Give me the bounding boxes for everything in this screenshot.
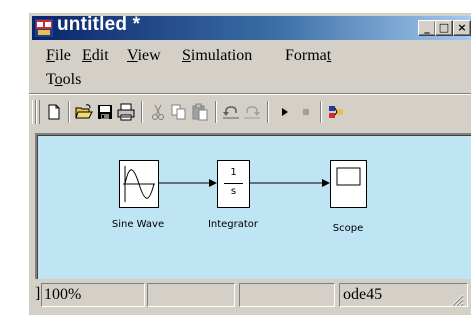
menu-tools[interactable]: Tools xyxy=(46,71,81,89)
play-icon[interactable] xyxy=(276,103,294,121)
status-pane-blank xyxy=(147,283,235,307)
toolbar-separator xyxy=(267,101,269,123)
fraction-bar xyxy=(224,183,243,184)
arrowhead-icon xyxy=(209,179,217,187)
resize-grip-icon[interactable] xyxy=(450,293,464,307)
new-document-icon[interactable] xyxy=(45,103,63,121)
print-icon[interactable] xyxy=(117,103,135,121)
sine-wave-block[interactable] xyxy=(119,160,159,208)
window-title: untitled * xyxy=(57,14,141,35)
toolbar-separator xyxy=(215,101,217,123)
minimize-button[interactable]: _ xyxy=(418,20,436,36)
open-folder-icon[interactable] xyxy=(75,103,93,121)
toolbar-separator xyxy=(141,101,143,123)
menu-view[interactable]: View xyxy=(127,47,161,65)
toolbar-grip[interactable] xyxy=(36,100,40,124)
undo-icon[interactable] xyxy=(222,103,240,121)
menu-edit[interactable]: Edit xyxy=(82,47,109,65)
copy-icon[interactable] xyxy=(170,103,188,121)
stop-icon[interactable] xyxy=(297,103,315,121)
arrowhead-icon xyxy=(322,179,330,187)
model-window: untitled * _ □ × File Edit View Simulati… xyxy=(28,12,471,315)
scope-screen-icon xyxy=(336,167,361,186)
toolbar-separator xyxy=(68,101,70,123)
integrator-denominator: s xyxy=(230,186,237,197)
redo-icon[interactable] xyxy=(243,103,261,121)
cut-icon[interactable] xyxy=(149,103,167,121)
save-icon[interactable] xyxy=(96,103,114,121)
integrator-numerator: 1 xyxy=(230,167,237,178)
maximize-button[interactable]: □ xyxy=(435,20,453,36)
library-browser-icon[interactable] xyxy=(327,103,345,121)
toolbar xyxy=(29,93,471,130)
sine-wave-label: Sine Wave xyxy=(111,219,165,230)
close-button[interactable]: × xyxy=(453,20,471,36)
status-marker: ] xyxy=(35,285,41,302)
status-pane-blank xyxy=(239,283,335,307)
scope-block[interactable] xyxy=(330,160,367,208)
signal-lines xyxy=(157,179,330,187)
menu-file[interactable]: File xyxy=(46,47,71,65)
simulink-model-icon xyxy=(35,19,53,37)
title-bar[interactable]: untitled * _ □ × xyxy=(32,14,471,40)
scope-label: Scope xyxy=(332,223,364,234)
menu-bar: File Edit View Simulation Format Tools xyxy=(32,43,471,93)
zoom-level: 100% xyxy=(41,283,145,307)
status-bar: ] 100% ode45 xyxy=(29,279,471,315)
menu-format[interactable]: Format xyxy=(285,47,331,65)
integrator-label: Integrator xyxy=(207,219,259,230)
sine-wave-icon xyxy=(123,166,155,202)
model-canvas[interactable]: Sine Wave 1 s Integrator Scope xyxy=(35,133,471,279)
paste-icon[interactable] xyxy=(191,103,209,121)
integrator-block[interactable]: 1 s xyxy=(217,160,250,208)
solver-name: ode45 xyxy=(339,283,468,307)
menu-simulation[interactable]: Simulation xyxy=(182,47,252,65)
toolbar-separator xyxy=(320,101,322,123)
